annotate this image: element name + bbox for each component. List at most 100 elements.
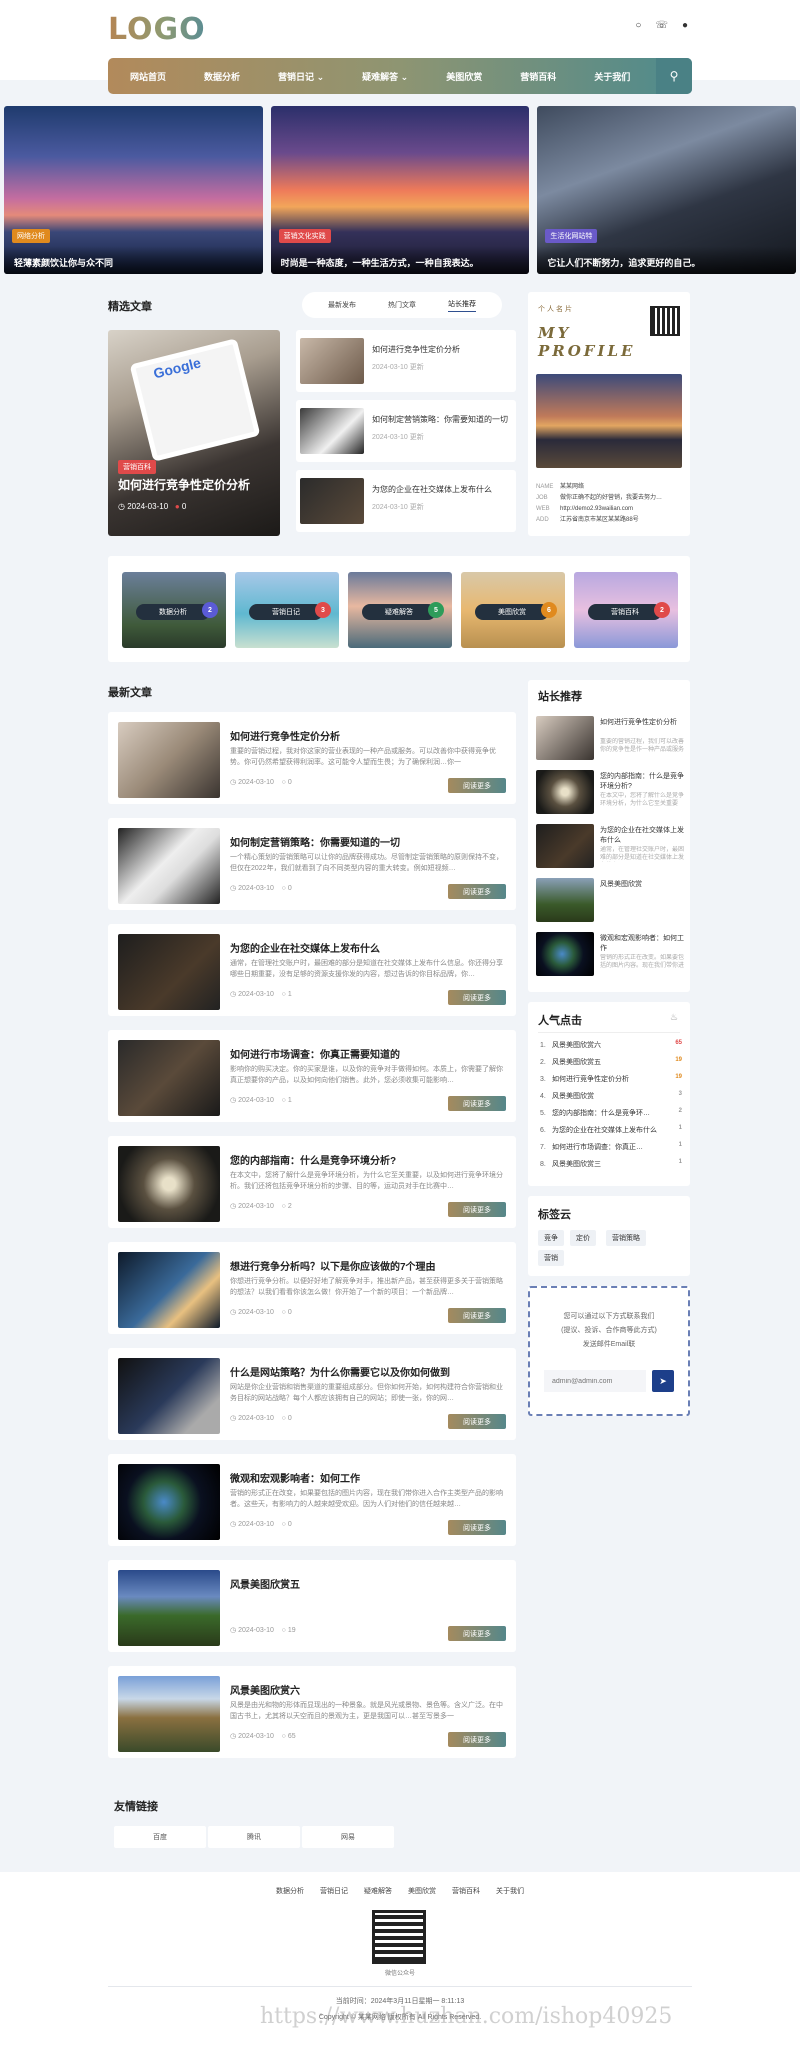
- footer-link[interactable]: 营销百科: [452, 1886, 480, 1896]
- post-card[interactable]: 如何进行市场调查：你真正需要知道的 影响你的购买决定。你的买家是谁，以及你的竞争…: [108, 1030, 516, 1122]
- site-logo[interactable]: LOGO: [108, 12, 206, 47]
- hot-item[interactable]: 3. 如何进行竞争性定价分析 19: [540, 1074, 682, 1086]
- post-title[interactable]: 风景美图欣赏六: [230, 1682, 300, 1697]
- banner-1[interactable]: 网络分析 轻薄素颜饮让你与众不同: [4, 106, 263, 274]
- read-more-button[interactable]: 阅读更多: [448, 1414, 506, 1429]
- post-meta: ◷ 2024-03-10 ○ 65: [230, 1733, 296, 1740]
- recommend-thumbnail: [536, 716, 594, 760]
- tab-latest[interactable]: 最新发布: [328, 300, 356, 310]
- post-title[interactable]: 为您的企业在社交媒体上发布什么: [230, 940, 380, 955]
- hot-item[interactable]: 2. 风景美图欣赏五 19: [540, 1057, 682, 1069]
- category-card[interactable]: 数据分析 2: [122, 572, 226, 648]
- post-title[interactable]: 您的内部指南：什么是竞争环境分析?: [230, 1152, 396, 1167]
- read-more-button[interactable]: 阅读更多: [448, 778, 506, 793]
- phone-icon[interactable]: ☏: [655, 20, 668, 31]
- post-excerpt: 在本文中，您将了解什么是竞争环境分析，为什么它至关重要，以及如何进行竞争环境分析…: [230, 1172, 503, 1190]
- category-card[interactable]: 营销日记 3: [235, 572, 339, 648]
- hot-item[interactable]: 5. 您的内部指南：什么是竞争环… 2: [540, 1108, 682, 1120]
- tag-chip[interactable]: 营销: [538, 1250, 564, 1266]
- wechat-icon[interactable]: ●: [682, 20, 688, 31]
- featured-list-item[interactable]: 为您的企业在社交媒体上发布什么 2024-03-10 更新: [296, 470, 516, 532]
- post-title[interactable]: 如何进行竞争性定价分析: [230, 728, 340, 743]
- post-card[interactable]: 如何进行竞争性定价分析 重要的营销过程，我对你这家的营业表现的一种产品或服务。可…: [108, 712, 516, 804]
- post-card[interactable]: 微观和宏观影响者：如何工作 营销的形式正在改变，如果要包括的图片内容，现在我们带…: [108, 1454, 516, 1546]
- hot-item[interactable]: 4. 风景美图欣赏 3: [540, 1091, 682, 1103]
- post-card[interactable]: 风景美图欣赏六 风景是由光和物的形体而显现出的一种景象。就是风光或景物、景色等。…: [108, 1666, 516, 1758]
- read-more-button[interactable]: 阅读更多: [448, 990, 506, 1005]
- bell-icon[interactable]: ○: [635, 20, 641, 31]
- footer-link[interactable]: 美图欣赏: [408, 1886, 436, 1896]
- read-more-button[interactable]: 阅读更多: [448, 1520, 506, 1535]
- tag-chip[interactable]: 定价: [570, 1230, 596, 1246]
- nav-item-faq[interactable]: 疑难解答 ⌄: [362, 70, 408, 83]
- post-title[interactable]: 如何制定营销策略：你需要知道的一切: [230, 834, 400, 849]
- recommend-item[interactable]: 为您的企业在社交媒体上发布什么 通常，在管理社交账户时，最困难的部分是知道在社交…: [536, 824, 686, 868]
- footer-link[interactable]: 数据分析: [276, 1886, 304, 1896]
- tab-recommended[interactable]: 站长推荐: [448, 299, 476, 312]
- fire-icon: ♨: [669, 1012, 678, 1022]
- post-card[interactable]: 如何制定营销策略：你需要知道的一切 一个精心策划的营销策略可以让你的品牌获得成功…: [108, 818, 516, 910]
- view-icon: ○: [281, 1415, 286, 1422]
- read-more-button[interactable]: 阅读更多: [448, 1732, 506, 1747]
- search-icon[interactable]: ⚲: [656, 58, 692, 94]
- main-nav: 网站首页 数据分析 营销日记 ⌄ 疑难解答 ⌄ 美图欣赏 营销百科 关于我们 ⚲: [108, 58, 692, 94]
- post-title[interactable]: 微观和宏观影响者：如何工作: [230, 1470, 360, 1485]
- send-icon[interactable]: ➤: [652, 1370, 674, 1392]
- featured-main-title: 如何进行竞争性定价分析: [118, 478, 251, 492]
- featured-list-title: 如何制定营销策略：你需要知道的一切: [372, 415, 508, 424]
- nav-item-diary[interactable]: 营销日记 ⌄: [278, 70, 324, 83]
- email-input[interactable]: [544, 1370, 646, 1392]
- friend-link[interactable]: 腾讯: [208, 1826, 300, 1848]
- read-more-button[interactable]: 阅读更多: [448, 884, 506, 899]
- nav-item-data[interactable]: 数据分析: [204, 70, 240, 83]
- hot-item[interactable]: 7. 如何进行市场调查：你真正… 1: [540, 1142, 682, 1154]
- recommend-item[interactable]: 风景美图欣赏: [536, 878, 686, 922]
- footer-link[interactable]: 疑难解答: [364, 1886, 392, 1896]
- friend-link[interactable]: 网易: [302, 1826, 394, 1848]
- post-excerpt: 你想进行竞争分析。以便好好地了解竞争对手，推出新产品，甚至获得更多关于营销策略的…: [230, 1278, 503, 1296]
- clock-icon: ◷: [230, 1521, 237, 1528]
- post-card[interactable]: 风景美图欣赏五 ◷ 2024-03-10 ○ 19 阅读更多: [108, 1560, 516, 1652]
- recommend-thumbnail: [536, 824, 594, 868]
- footer-link[interactable]: 关于我们: [496, 1886, 524, 1896]
- featured-list-item[interactable]: 如何制定营销策略：你需要知道的一切 2024-03-10 更新: [296, 400, 516, 462]
- recommend-item[interactable]: 微观和宏观影响者：如何工作 营销的形式正在改变。如果要包括的图片内容。现在我们带…: [536, 932, 686, 976]
- post-card[interactable]: 想进行竞争分析吗？以下是你应该做的7个理由 你想进行竞争分析。以便好好地了解竞争…: [108, 1242, 516, 1334]
- nav-item-gallery[interactable]: 美图欣赏: [446, 70, 482, 83]
- post-card[interactable]: 您的内部指南：什么是竞争环境分析? 在本文中，您将了解什么是竞争环境分析，为什么…: [108, 1136, 516, 1228]
- category-card[interactable]: 营销百科 2: [574, 572, 678, 648]
- post-title[interactable]: 如何进行市场调查：你真正需要知道的: [230, 1046, 400, 1061]
- friend-link[interactable]: 百度: [114, 1826, 206, 1848]
- clock-icon: ◷: [230, 779, 237, 786]
- post-title[interactable]: 想进行竞争分析吗？以下是你应该做的7个理由: [230, 1258, 436, 1273]
- read-more-button[interactable]: 阅读更多: [448, 1096, 506, 1111]
- nav-item-about[interactable]: 关于我们: [594, 70, 630, 83]
- view-icon: ○: [281, 1309, 286, 1316]
- hot-item[interactable]: 6. 为您的企业在社交媒体上发布什么 1: [540, 1125, 682, 1137]
- post-title[interactable]: 风景美图欣赏五: [230, 1576, 300, 1591]
- hot-item[interactable]: 8. 风景美图欣赏三 1: [540, 1159, 682, 1171]
- read-more-button[interactable]: 阅读更多: [448, 1202, 506, 1217]
- nav-item-home[interactable]: 网站首页: [130, 70, 166, 83]
- post-card[interactable]: 为您的企业在社交媒体上发布什么 通常，在管理社交账户时，最困难的部分是知道在社交…: [108, 924, 516, 1016]
- nav-item-wiki[interactable]: 营销百科: [520, 70, 556, 83]
- featured-main-post[interactable]: Google 营销百科 如何进行竞争性定价分析 ◷ 2024-03-10 ● 0: [108, 330, 280, 536]
- banner-2[interactable]: 营销文化实践 时尚是一种态度，一种生活方式，一种自我表达。: [270, 106, 530, 274]
- read-more-button[interactable]: 阅读更多: [448, 1308, 506, 1323]
- hot-title: 人气点击: [538, 1015, 582, 1027]
- featured-list-item[interactable]: 如何进行竞争性定价分析 2024-03-10 更新: [296, 330, 516, 392]
- post-card[interactable]: 什么是网站策略？为什么你需要它以及你如何做到 网站是你企业营销和销售渠道的重要组…: [108, 1348, 516, 1440]
- post-meta: ◷ 2024-03-10 ○ 19: [230, 1627, 296, 1634]
- post-title[interactable]: 什么是网站策略？为什么你需要它以及你如何做到: [230, 1364, 450, 1379]
- category-card[interactable]: 疑难解答 5: [348, 572, 452, 648]
- recommend-item[interactable]: 您的内部指南：什么是竞争环境分析? 在本文中，您将了解什么是竞争环境分析，为什么…: [536, 770, 686, 814]
- hot-item[interactable]: 1. 风景美图欣赏六 65: [540, 1040, 682, 1052]
- footer-link[interactable]: 营销日记: [320, 1886, 348, 1896]
- tag-chip[interactable]: 竞争: [538, 1230, 564, 1246]
- tag-chip[interactable]: 营销策略: [606, 1230, 646, 1246]
- category-card[interactable]: 美图欣赏 6: [461, 572, 565, 648]
- recommend-item[interactable]: 如何进行竞争性定价分析 重要的营销过程，我们可以改善你的竞争性是作一种产品或服务: [536, 716, 686, 760]
- tab-hot[interactable]: 热门文章: [388, 300, 416, 310]
- banner-3[interactable]: 生活化网站特 它让人们不断努力，追求更好的自己。: [537, 106, 797, 274]
- read-more-button[interactable]: 阅读更多: [448, 1626, 506, 1641]
